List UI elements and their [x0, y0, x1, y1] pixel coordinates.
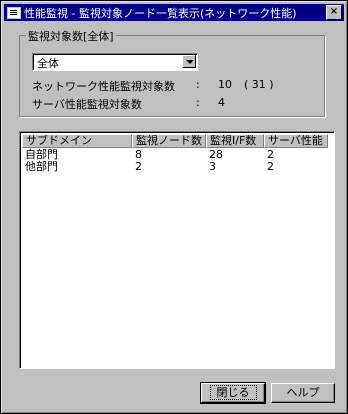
network-count-label: ネットワーク性能監視対象数: [32, 80, 175, 93]
server-count-value: 4: [218, 96, 225, 109]
table-row[interactable]: 他部門 2 3 2: [22, 161, 328, 173]
monitor-count-group: 監視対象数[全体] 全体 ネットワーク性能監視対象数 : 10 ( 31 ) サ…: [19, 28, 325, 117]
window-title: 性能監視 - 監視対象ノード一覧表示(ネットワーク性能): [24, 6, 297, 20]
cell-node-count: 2: [135, 160, 142, 173]
cell-subdomain: 他部門: [25, 160, 58, 173]
scope-select-value: 全体: [37, 57, 59, 70]
list-header: サブドメイン 監視ノード数 監視I/F数 サーバ性能: [22, 134, 328, 148]
app-icon: [7, 6, 21, 19]
help-button-label: ヘルプ: [286, 386, 320, 399]
column-header-node-count[interactable]: 監視ノード数: [132, 134, 206, 148]
close-button-label: 閉じる: [209, 385, 257, 400]
column-header-subdomain[interactable]: サブドメイン: [22, 134, 132, 148]
close-window-button[interactable]: ×: [326, 5, 342, 20]
server-count-colon: :: [196, 96, 200, 109]
subdomain-list[interactable]: サブドメイン 監視ノード数 監視I/F数 サーバ性能 自部門 8 28 2 他部…: [19, 131, 335, 369]
dialog-window: 性能監視 - 監視対象ノード一覧表示(ネットワーク性能) × 監視対象数[全体]…: [0, 0, 348, 414]
column-header-server-perf[interactable]: サーバ性能: [264, 134, 328, 148]
cell-server-perf: 2: [267, 160, 274, 173]
server-count-label: サーバ性能監視対象数: [32, 98, 142, 111]
help-button[interactable]: ヘルプ: [271, 383, 335, 403]
scope-select[interactable]: 全体: [32, 53, 198, 71]
column-header-if-count[interactable]: 監視I/F数: [206, 134, 264, 148]
title-bar[interactable]: 性能監視 - 監視対象ノード一覧表示(ネットワーク性能) ×: [4, 4, 344, 21]
network-count-value: 10: [218, 78, 232, 91]
cell-if-count: 3: [209, 160, 216, 173]
close-button[interactable]: 閉じる: [200, 382, 266, 404]
network-count-colon: :: [196, 78, 200, 91]
chevron-down-icon[interactable]: [182, 55, 196, 68]
network-count-total: ( 31 ): [244, 78, 274, 91]
group-legend: 監視対象数[全体]: [26, 28, 116, 44]
cell-node-count: 8: [135, 148, 142, 161]
table-row[interactable]: 自部門 8 28 2: [22, 149, 328, 161]
